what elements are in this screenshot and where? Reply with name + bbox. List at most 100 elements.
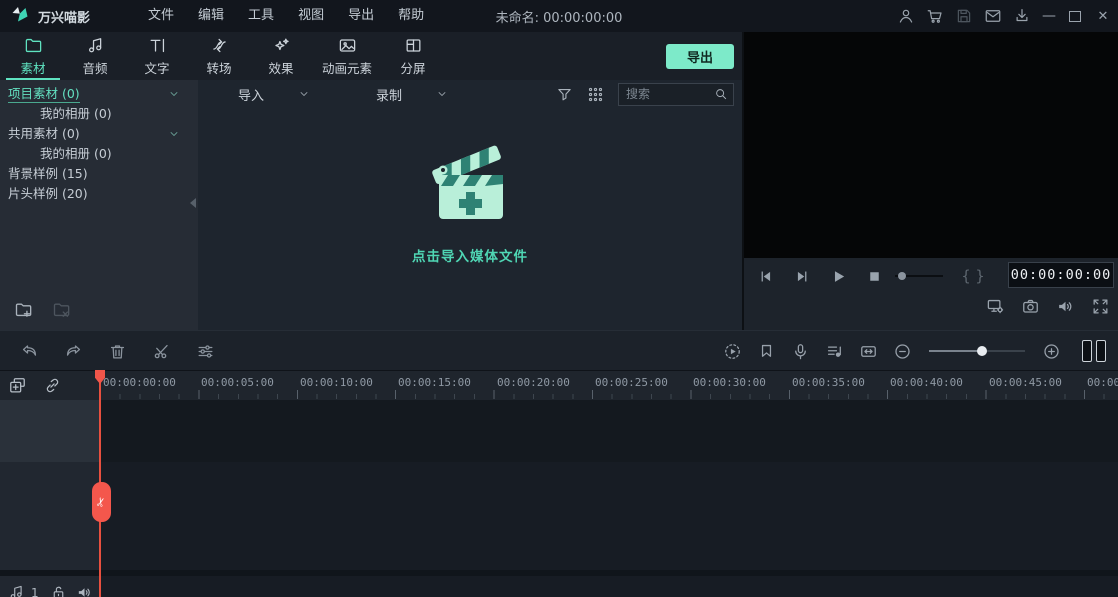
grid-view-icon[interactable] — [587, 86, 604, 103]
chevron-down-icon[interactable] — [168, 88, 180, 100]
tab-label: 效果 — [268, 60, 294, 76]
tab-transition[interactable]: 转场 — [188, 32, 250, 80]
sidebar-item-intro-samples[interactable]: 片头样例 (20) — [0, 184, 198, 204]
search-icon[interactable] — [714, 87, 728, 101]
export-button[interactable]: 导出 — [666, 44, 734, 69]
empty-media-hint[interactable]: 点击导入媒体文件 — [412, 245, 528, 265]
preview-scrubber[interactable] — [895, 269, 943, 283]
search-input[interactable] — [619, 87, 714, 101]
filter-icon[interactable] — [556, 86, 573, 103]
timeline-toolbar — [0, 330, 1118, 370]
video-track-body[interactable] — [100, 462, 1118, 570]
empty-lane-header — [0, 400, 100, 462]
app-name: 万兴喵影 — [38, 10, 91, 26]
sidebar-item-my-album-2[interactable]: 我的相册 (0) — [0, 144, 198, 164]
chevron-down-icon[interactable] — [168, 128, 180, 140]
cut-icon[interactable] — [152, 342, 171, 361]
zoom-slider-handle[interactable] — [977, 346, 987, 356]
maximize-icon[interactable] — [1069, 10, 1081, 22]
delete-icon[interactable] — [108, 342, 127, 361]
volume-icon[interactable] — [1056, 297, 1075, 316]
menu-view[interactable]: 视图 — [286, 0, 336, 32]
mark-out-icon[interactable]: } — [973, 267, 987, 285]
download-icon[interactable] — [1013, 7, 1031, 25]
text-icon — [148, 36, 167, 55]
tab-media[interactable]: 素材 — [2, 32, 64, 80]
menu-edit[interactable]: 编辑 — [186, 0, 236, 32]
lock-icon[interactable] — [50, 584, 67, 597]
stop-icon[interactable] — [866, 268, 883, 285]
clapperboard-icon — [426, 135, 514, 231]
redo-icon[interactable] — [64, 342, 83, 361]
sidebar-item-background-samples[interactable]: 背景样例 (15) — [0, 164, 198, 184]
scrubber-handle[interactable] — [898, 272, 906, 280]
media-elements-icon — [338, 36, 357, 55]
audio-track-header: 1 — [0, 576, 100, 597]
minimize-icon[interactable]: — — [1042, 9, 1056, 23]
chevron-down-icon[interactable] — [436, 88, 448, 100]
link-icon[interactable] — [43, 376, 62, 395]
zoom-out-icon[interactable] — [893, 342, 912, 361]
undo-icon[interactable] — [20, 342, 39, 361]
menu-export[interactable]: 导出 — [336, 0, 386, 32]
tab-elements[interactable]: 动画元素 — [312, 32, 382, 80]
adjust-icon[interactable] — [196, 342, 215, 361]
media-sidebar: 项目素材 (0) 我的相册 (0) 共用素材 (0) 我的相册 (0) 背景样例… — [0, 80, 198, 330]
play-icon[interactable] — [830, 268, 847, 285]
audio-track-body[interactable] — [100, 576, 1118, 597]
sidebar-item-project-media[interactable]: 项目素材 (0) — [0, 84, 198, 104]
user-icon[interactable] — [897, 7, 915, 25]
ruler-label: 00:00:30:00 — [693, 376, 766, 389]
menu-tools[interactable]: 工具 — [236, 0, 286, 32]
empty-lane-body[interactable] — [100, 400, 1118, 462]
chevron-down-icon[interactable] — [298, 88, 310, 100]
mark-in-icon[interactable]: { — [959, 267, 973, 285]
record-button[interactable]: 录制 — [376, 80, 448, 108]
import-media-dropzone[interactable]: 点击导入媒体文件 — [198, 135, 742, 265]
close-icon[interactable]: ✕ — [1096, 9, 1110, 24]
audio-mixer-icon[interactable] — [825, 342, 844, 361]
sidebar-item-shared-media[interactable]: 共用素材 (0) — [0, 124, 198, 144]
collapse-sidebar-icon[interactable] — [190, 198, 196, 208]
tab-label: 转场 — [206, 60, 232, 76]
track-layout-icon[interactable] — [1082, 340, 1106, 362]
ruler-label: 00:00:05:00 — [201, 376, 274, 389]
music-note-icon — [8, 584, 25, 597]
add-folder-icon[interactable] — [14, 300, 34, 320]
sidebar-item-my-album-1[interactable]: 我的相册 (0) — [0, 104, 198, 124]
menu-help[interactable]: 帮助 — [386, 0, 436, 32]
timeline-panel: 00:00:00:00 00:00:05:00 00:00:10:00 00:0… — [0, 370, 1118, 597]
effects-icon — [272, 36, 291, 55]
import-button[interactable]: 导入 — [238, 80, 310, 108]
menu-file[interactable]: 文件 — [136, 0, 186, 32]
previous-frame-icon[interactable] — [757, 268, 774, 285]
delete-folder-icon[interactable] — [52, 300, 72, 320]
tab-audio[interactable]: 音频 — [64, 32, 126, 80]
audio-track-number: 1 — [31, 585, 39, 597]
save-icon[interactable] — [955, 7, 973, 25]
cart-icon[interactable] — [926, 7, 944, 25]
fit-timeline-icon[interactable] — [859, 342, 878, 361]
playhead-grip[interactable]: ✂ — [92, 482, 111, 522]
next-frame-icon[interactable] — [794, 268, 811, 285]
voiceover-mic-icon[interactable] — [791, 342, 810, 361]
render-preview-icon[interactable] — [723, 342, 742, 361]
video-viewport — [744, 32, 1118, 258]
tab-effects[interactable]: 效果 — [250, 32, 312, 80]
speaker-icon[interactable] — [76, 584, 93, 597]
tab-text[interactable]: 文字 — [126, 32, 188, 80]
mail-icon[interactable] — [984, 7, 1002, 25]
app-logo-icon — [10, 4, 30, 28]
tab-splitscreen[interactable]: 分屏 — [382, 32, 444, 80]
timeline-ruler[interactable]: 00:00:00:00 00:00:05:00 00:00:10:00 00:0… — [100, 371, 1118, 401]
timeline-zoom-slider[interactable] — [929, 345, 1025, 357]
video-track-header: 1 — [0, 462, 100, 570]
zoom-in-icon[interactable] — [1042, 342, 1061, 361]
tab-label: 分屏 — [400, 60, 426, 76]
display-settings-icon[interactable] — [986, 297, 1005, 316]
add-track-icon[interactable] — [8, 376, 27, 395]
marker-icon[interactable] — [757, 342, 776, 361]
fullscreen-icon[interactable] — [1091, 297, 1110, 316]
preview-timecode[interactable]: 00:00:00:00 — [1008, 262, 1114, 288]
snapshot-icon[interactable] — [1021, 297, 1040, 316]
